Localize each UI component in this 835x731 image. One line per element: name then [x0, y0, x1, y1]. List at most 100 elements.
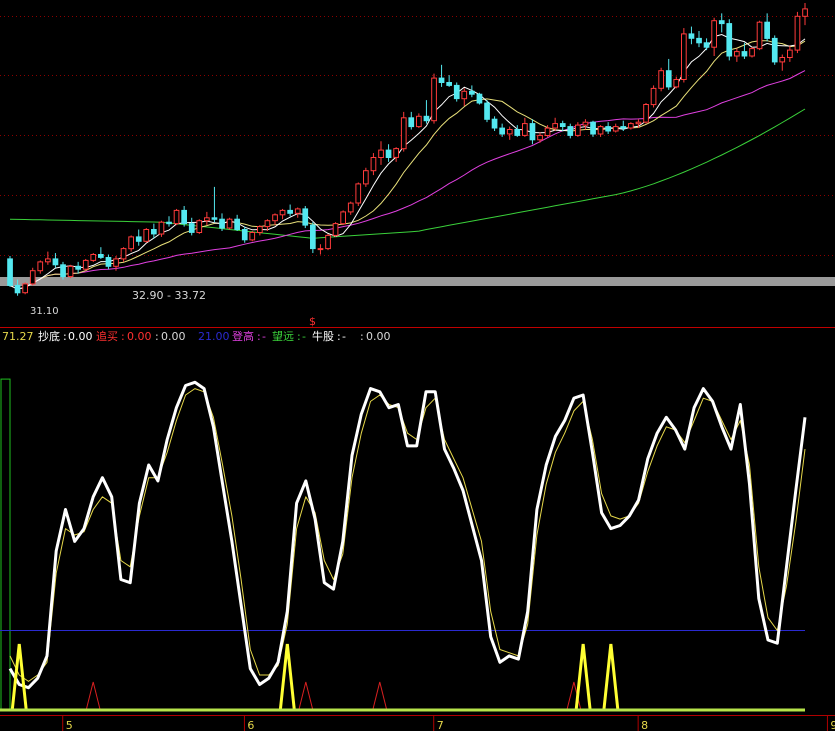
candle-body	[400, 117, 407, 150]
candle-body	[37, 261, 44, 272]
low-price-label: 31.10	[30, 306, 59, 317]
candle-body	[711, 20, 717, 48]
candle-body	[7, 258, 13, 286]
stock-chart: 31.10 32.90 - 33.72 $ 71.27 抄底 : 0.00 追买…	[0, 0, 835, 731]
candle-body	[325, 234, 331, 250]
price-range-band	[0, 277, 835, 286]
candle-body	[726, 23, 733, 57]
candle-body	[257, 226, 263, 234]
legend-item-7-value: 0.00	[366, 330, 391, 343]
candle-body	[446, 82, 452, 86]
legend-item-1-name: 追买	[96, 329, 118, 343]
candle-body	[802, 8, 808, 17]
candle-body	[393, 148, 399, 158]
candle-body	[749, 48, 755, 57]
legend-item-4-name: 登高	[232, 329, 254, 343]
candle-body	[423, 115, 430, 122]
candle-body	[211, 217, 218, 220]
candle-body	[635, 121, 642, 125]
candle-body	[355, 183, 362, 204]
candle-body	[90, 254, 97, 261]
legend-item-3-value: 21.00	[198, 330, 230, 343]
candle-body	[378, 149, 384, 159]
x-tick-label: 5	[66, 719, 73, 731]
candle-body	[499, 127, 505, 135]
marker-label: $	[309, 315, 316, 328]
candle-body	[264, 220, 271, 228]
x-tick-label: 6	[247, 719, 254, 731]
candle-body	[52, 258, 59, 266]
x-tick-label: 9	[830, 719, 835, 731]
candle-body	[22, 283, 28, 294]
candle-body	[567, 126, 574, 136]
candle-body	[363, 170, 369, 185]
legend-item-5-value: -	[302, 330, 306, 343]
candle-body	[135, 236, 142, 242]
candle-body	[771, 37, 778, 63]
candle-body	[453, 84, 460, 100]
candle-body	[408, 117, 415, 128]
candle-body	[226, 218, 233, 229]
candle-body	[272, 214, 278, 222]
candle-body	[756, 21, 763, 50]
candle-body	[287, 209, 293, 214]
candle-body	[204, 217, 210, 222]
candle-body	[294, 208, 301, 214]
candle-body	[438, 77, 445, 83]
legend-item-0-value: 0.00	[68, 330, 93, 343]
candle-body	[575, 124, 581, 136]
candle-body	[385, 149, 392, 159]
candle-body	[506, 129, 513, 135]
candle-body	[279, 209, 286, 216]
candle-body	[529, 123, 536, 141]
candle-body	[302, 208, 309, 226]
candle-body	[82, 259, 89, 270]
candle-body	[628, 123, 634, 129]
candle-body	[347, 202, 354, 213]
legend-item-1-value: 0.00	[127, 330, 152, 343]
candle-body	[559, 123, 566, 127]
candle-body	[60, 264, 66, 278]
candle-body	[431, 77, 437, 122]
candle-body	[787, 49, 793, 58]
candle-body	[151, 229, 157, 235]
svg-text::: :	[121, 330, 125, 343]
candle-body	[461, 90, 468, 100]
candle-body	[317, 248, 324, 251]
x-tick-label: 8	[641, 719, 648, 731]
candle-body	[590, 121, 596, 135]
legend-item-2-value: 0.00	[161, 330, 186, 343]
candle-body	[764, 21, 770, 39]
candle-body	[665, 70, 672, 88]
candle-body	[643, 104, 649, 123]
chart-background	[0, 0, 835, 731]
candle-body	[650, 87, 657, 106]
candle-body	[196, 220, 203, 233]
candle-body	[128, 236, 135, 250]
range-price-label: 32.90 - 33.72	[132, 289, 206, 302]
candle-body	[681, 33, 687, 80]
candle-body	[75, 265, 82, 270]
candle-body	[113, 258, 119, 267]
legend-value: 71.27	[2, 330, 34, 343]
candle-body	[779, 57, 786, 63]
candle-body	[612, 126, 619, 132]
candle-body	[143, 229, 150, 242]
svg-text::: :	[337, 330, 341, 343]
candle-body	[658, 70, 664, 89]
candle-body	[45, 258, 51, 263]
svg-text::: :	[63, 330, 67, 343]
candle-body	[416, 115, 422, 128]
svg-text::: :	[360, 330, 364, 343]
candle-body	[476, 93, 483, 104]
candle-body	[605, 126, 611, 132]
candle-body	[340, 211, 346, 225]
svg-text::: :	[155, 330, 159, 343]
candle-body	[370, 157, 377, 172]
candle-body	[544, 127, 551, 137]
candle-body	[794, 15, 801, 51]
candle-body	[741, 51, 748, 57]
candle-body	[703, 42, 710, 48]
candle-body	[29, 270, 36, 285]
candle-body	[469, 90, 475, 95]
